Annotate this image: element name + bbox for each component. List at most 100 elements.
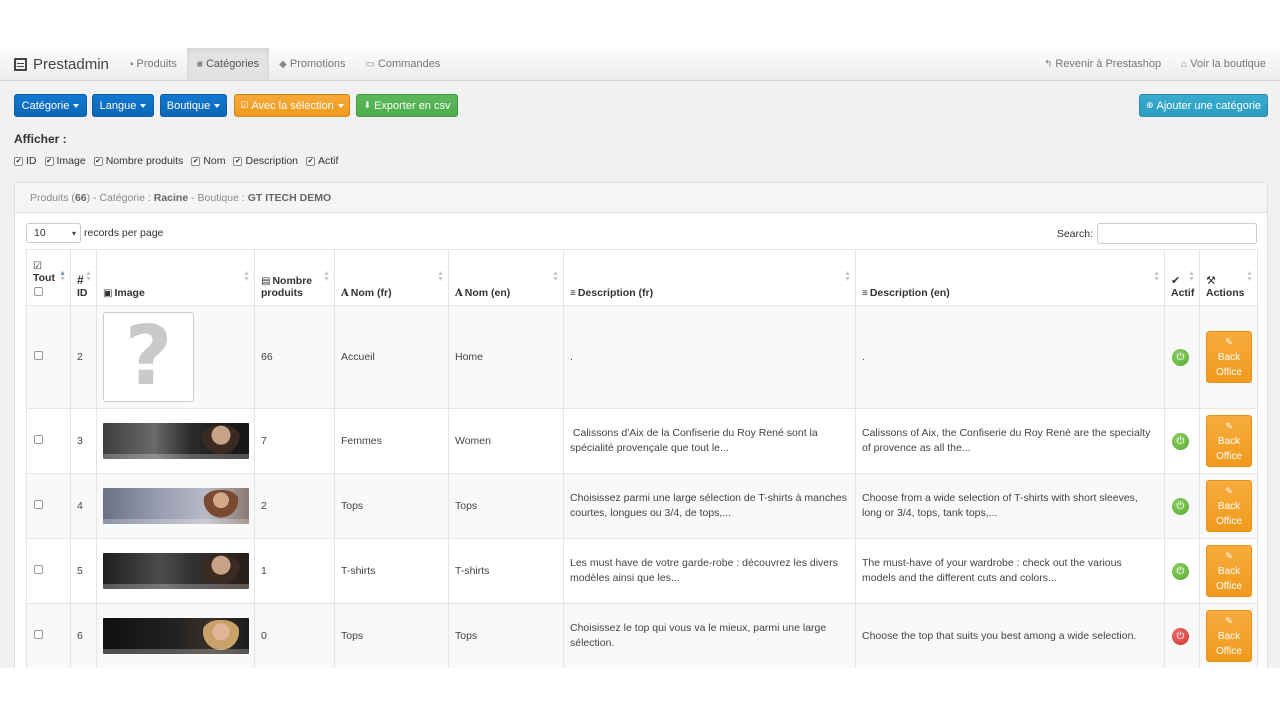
table-header: ☑ Tout ▲ ▼ # ID ▲ ▼ ▣ Image ▲ ▼ ▤ Nombre produits ▲ ▼… — [26, 249, 1258, 306]
back-office-button[interactable]: ✎ Back Office — [1206, 545, 1252, 597]
col-nom-en[interactable]: A Nom (en) ▲ ▼ — [448, 249, 564, 306]
action-label-1: Back — [1217, 500, 1241, 512]
toggle-label: Description — [245, 155, 299, 167]
export-csv-button[interactable]: ⬇ Exporter en csv — [356, 94, 458, 117]
nav-back-prestashop[interactable]: ↰ Revenir à Prestashop — [1034, 48, 1171, 80]
toggle-nombre-produits[interactable]: ✔ Nombre produits — [93, 155, 183, 167]
table-row[interactable]: 4 2 Tops Tops Choisissez parmi une large… — [26, 473, 1258, 539]
back-office-button[interactable]: ✎ Back Office — [1206, 415, 1252, 467]
cell-nom-en: Women — [448, 408, 564, 474]
nav-view-shop[interactable]: ⌂ Voir la boutique — [1171, 48, 1280, 80]
col-tout[interactable]: ☑ Tout ▲ ▼ — [26, 249, 71, 306]
checkbox-checked[interactable]: ✔ — [93, 156, 103, 166]
boutique-dropdown[interactable]: Boutique — [160, 94, 227, 117]
toggle-description[interactable]: ✔ Description — [233, 155, 298, 167]
checkbox-checked[interactable]: ✔ — [233, 156, 243, 166]
nav-categories[interactable]: ■ Catégories — [186, 48, 270, 80]
col-actif[interactable]: ✔ Actif ▲ ▼ — [1164, 249, 1200, 306]
toggle-id[interactable]: ✔ ID — [14, 155, 37, 167]
checkbox-checked[interactable]: ✔ — [44, 156, 54, 166]
boutique-label: Boutique — [166, 99, 211, 112]
caret-down-icon — [140, 103, 147, 108]
sort-icon: ▲ ▼ — [243, 270, 250, 283]
checkbox-checked[interactable]: ✔ — [306, 156, 316, 166]
cell-desc-en: . — [855, 305, 1165, 409]
cell-desc-en: Choose from a wide selection of T-shirts… — [855, 473, 1165, 539]
check-square-icon: ☑ — [240, 100, 249, 110]
table-row[interactable]: 2 ? 66 Accueil Home . . ⏻ ✎ Back Office — [26, 305, 1258, 409]
power-on-icon[interactable]: ⏻ — [1172, 562, 1189, 580]
col-label-2: produits — [261, 287, 303, 299]
toggle-label: Actif — [318, 155, 339, 167]
col-desc-en[interactable]: ≡ Description (en) ▲ ▼ — [855, 249, 1165, 306]
cell-desc-fr: Choisissez parmi une large sélection de … — [563, 473, 856, 539]
sort-icon: ▲ ▼ — [323, 270, 330, 283]
power-on-icon[interactable]: ⏻ — [1172, 432, 1189, 450]
category-banner-image — [103, 618, 249, 654]
table-row[interactable]: 3 7 Femmes Women Calissons d'Aix de la C… — [26, 408, 1258, 474]
row-checkbox[interactable] — [34, 565, 43, 574]
selection-dropdown[interactable]: ☑ Avec la sélection — [234, 94, 350, 117]
table-row[interactable]: 5 1 T-shirts T-shirts Les must have de v… — [26, 538, 1258, 604]
sort-icon: ▲ ▼ — [552, 270, 559, 283]
select-all-checkbox[interactable] — [34, 287, 43, 296]
page-length: 10 records per page — [26, 223, 163, 243]
col-id[interactable]: # ID ▲ ▼ — [70, 249, 97, 306]
row-checkbox[interactable] — [34, 435, 43, 444]
toggle-nom[interactable]: ✔ Nom — [191, 155, 225, 167]
font-icon: A — [455, 288, 463, 299]
col-image[interactable]: ▣ Image ▲ ▼ — [96, 249, 255, 306]
col-actions[interactable]: ⚒ Actions ▲ ▼ — [1199, 249, 1258, 306]
col-nom-fr[interactable]: A Nom (fr) ▲ ▼ — [334, 249, 449, 306]
font-icon: A — [341, 288, 349, 299]
row-checkbox[interactable] — [34, 351, 43, 360]
add-category-button[interactable]: ⊕ Ajouter une catégorie — [1139, 94, 1268, 117]
cell-count: 0 — [254, 603, 335, 668]
page-size-select[interactable]: 10 — [26, 223, 81, 243]
back-office-button[interactable]: ✎ Back Office — [1206, 331, 1252, 383]
sort-icon: ▲ ▼ — [437, 270, 444, 283]
toggle-label: Image — [56, 155, 86, 167]
col-label: Actions — [1206, 287, 1245, 299]
nav-promotions[interactable]: ◆ Promotions — [269, 48, 355, 80]
search-input[interactable] — [1097, 223, 1257, 244]
picture-icon: ▣ — [103, 288, 113, 299]
checkbox-checked[interactable]: ✔ — [14, 156, 23, 166]
sort-icon: ▲ ▼ — [844, 270, 851, 283]
afficher-title: Afficher : — [14, 132, 67, 146]
caret-down-icon — [214, 103, 221, 108]
category-name: Racine — [153, 191, 189, 204]
nav-produits[interactable]: ▪ Produits — [120, 48, 187, 80]
checkbox-checked[interactable]: ✔ — [191, 156, 201, 166]
table-row[interactable]: 6 0 Tops Tops Choisissez le top qui vous… — [26, 603, 1258, 668]
langue-label: Langue — [99, 99, 137, 112]
sort-icon: ▲ ▼ — [85, 270, 92, 283]
column-toggles: ✔ ID ✔ Image ✔ Nombre produits ✔ Nom ✔ Descri… — [14, 155, 338, 167]
panel-mid1: ) - Catégorie : — [86, 191, 154, 204]
col-desc-fr[interactable]: ≡ Description (fr) ▲ ▼ — [563, 249, 856, 306]
power-off-icon[interactable]: ⏻ — [1172, 627, 1189, 645]
power-on-icon[interactable]: ⏻ — [1172, 348, 1189, 366]
caret-down-icon — [337, 103, 344, 108]
row-checkbox[interactable] — [34, 630, 43, 639]
categorie-dropdown[interactable]: Catégorie — [14, 94, 87, 117]
brand[interactable]: Prestadmin — [0, 48, 120, 80]
category-banner-image — [103, 423, 249, 459]
back-office-button[interactable]: ✎ Back Office — [1206, 480, 1252, 532]
col-label: Nom (fr) — [350, 287, 392, 299]
add-label: Ajouter une catégorie — [1156, 99, 1262, 112]
power-on-icon[interactable]: ⏻ — [1172, 497, 1189, 515]
action-label-1: Back — [1217, 435, 1241, 447]
col-nombre-produits[interactable]: ▤ Nombre produits ▲ ▼ — [254, 249, 335, 306]
toggle-actif[interactable]: ✔ Actif — [306, 155, 338, 167]
back-office-button[interactable]: ✎ Back Office — [1206, 610, 1252, 662]
cell-nom-en: T-shirts — [448, 538, 564, 604]
toggle-image[interactable]: ✔ Image — [44, 155, 86, 167]
langue-dropdown[interactable]: Langue — [92, 94, 154, 117]
sort-icon: ▲ ▼ — [1246, 270, 1253, 283]
selection-label: Avec la sélection — [251, 99, 334, 112]
row-checkbox[interactable] — [34, 500, 43, 509]
nav-commandes[interactable]: ▭ Commandes — [356, 48, 451, 80]
caret-down-icon — [73, 103, 80, 108]
nav-label: Voir la boutique — [1190, 58, 1266, 70]
